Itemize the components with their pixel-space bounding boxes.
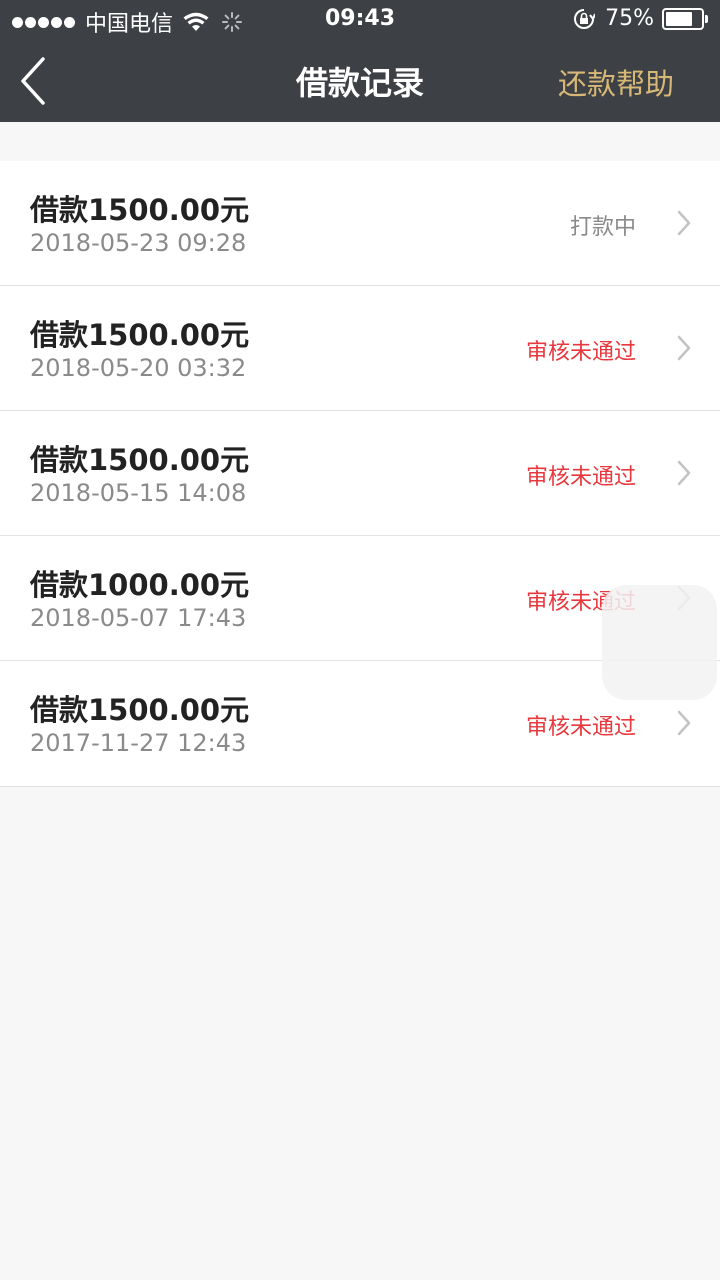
loan-amount: 借款1500.00元 xyxy=(30,693,250,727)
loan-record-item[interactable]: 借款1500.00元 2018-05-23 09:28 打款中 xyxy=(0,161,720,286)
loan-amount: 借款1500.00元 xyxy=(30,318,250,352)
status-right: 75% xyxy=(573,6,708,31)
status-bar: 中国电信 09:43 75% xyxy=(0,0,720,40)
loan-status: 审核未通过 xyxy=(525,340,636,365)
loan-datetime: 2018-05-15 14:08 xyxy=(30,479,247,507)
battery-percent: 75% xyxy=(605,6,654,31)
loan-datetime: 2018-05-07 17:43 xyxy=(30,604,247,632)
rotation-lock-icon xyxy=(574,8,596,29)
loan-record-item[interactable]: 借款1500.00元 2018-05-15 14:08 审核未通过 xyxy=(0,411,720,536)
repayment-help-button[interactable]: 还款帮助 xyxy=(558,61,674,103)
loan-amount: 借款1500.00元 xyxy=(30,443,250,477)
loan-status: 审核未通过 xyxy=(525,715,636,740)
loan-status: 审核未通过 xyxy=(525,465,636,490)
header: 中国电信 09:43 75% 借款记录 还款帮助 xyxy=(0,0,720,122)
assistive-touch-button[interactable] xyxy=(602,585,717,700)
chevron-right-icon xyxy=(677,710,691,736)
chevron-right-icon xyxy=(677,460,691,486)
navigation-bar: 借款记录 还款帮助 xyxy=(0,40,720,122)
battery-icon xyxy=(662,7,708,30)
loan-status: 打款中 xyxy=(569,215,636,240)
loan-datetime: 2017-11-27 12:43 xyxy=(30,729,247,757)
chevron-right-icon xyxy=(677,210,691,236)
loan-record-item[interactable]: 借款1500.00元 2018-05-20 03:32 审核未通过 xyxy=(0,286,720,411)
chevron-right-icon xyxy=(677,335,691,361)
loan-datetime: 2018-05-20 03:32 xyxy=(30,354,247,382)
loan-amount: 借款1000.00元 xyxy=(30,568,250,602)
loan-amount: 借款1500.00元 xyxy=(30,193,250,227)
loan-datetime: 2018-05-23 09:28 xyxy=(30,229,247,257)
